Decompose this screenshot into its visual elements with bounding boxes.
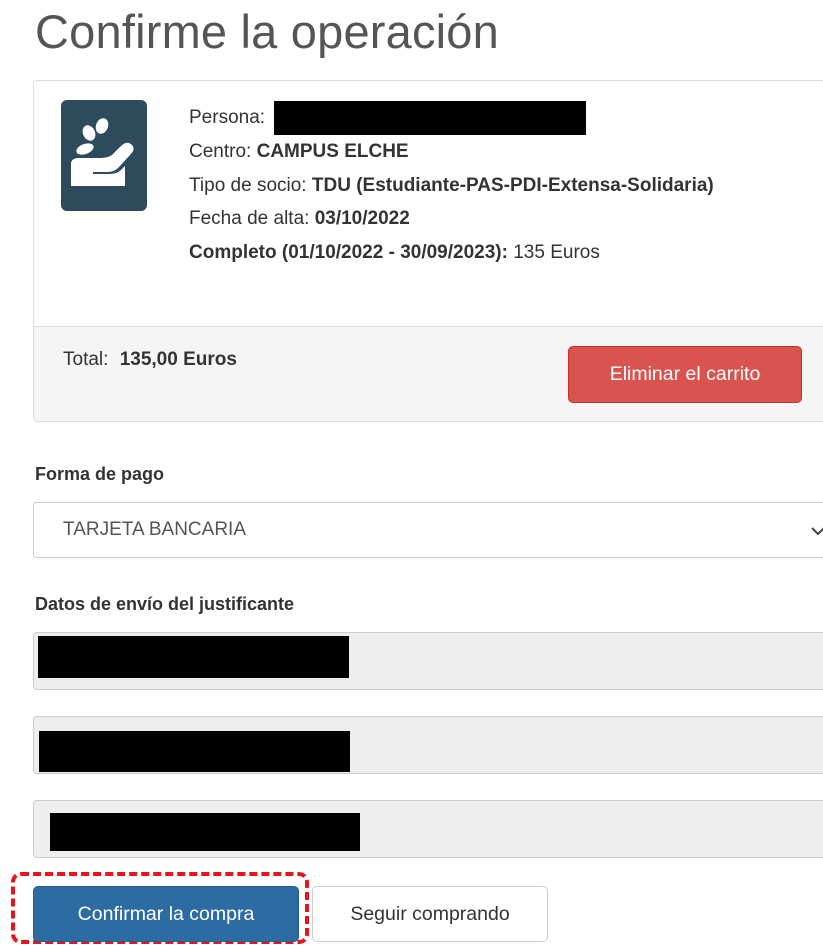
tipo-label: Tipo de socio: [189,174,307,196]
fecha-value: 03/10/2022 [314,208,410,229]
confirm-purchase-button[interactable]: Confirmar la compra [33,886,299,942]
periodo-value: 135 Euros [513,241,600,263]
redacted-value [39,731,350,772]
tipo-row: Tipo de socio: TDU (Estudiante-PAS-PDI-E… [189,169,749,203]
persona-row: Persona: [189,101,789,135]
redacted-persona [274,101,587,135]
cart-item-panel: Persona: Centro: CAMPUS ELCHE Tipo de so… [33,80,823,422]
chevron-down-icon [811,527,823,536]
coins-in-hand-icon [61,100,147,211]
centro-label: Centro: [189,141,252,162]
payment-method-select[interactable]: TARJETA BANCARIA [33,502,823,558]
item-details: Persona: Centro: CAMPUS ELCHE Tipo de so… [189,101,789,269]
cart-footer: Total: 135,00 Euros Eliminar el carrito [34,326,823,421]
cart-total: Total: 135,00 Euros [63,349,237,371]
centro-row: Centro: CAMPUS ELCHE [189,135,789,169]
shipping-name-field [33,632,823,690]
shipping-details-label: Datos de envío del justificante [35,594,295,614]
periodo-row: Completo (01/10/2022 - 30/09/2023): 135 … [189,236,789,270]
total-value: 135,00 Euros [119,349,237,370]
shipping-email-field [33,716,823,774]
remove-cart-button[interactable]: Eliminar el carrito [568,346,802,403]
periodo-label: Completo (01/10/2022 - 30/09/2023): [189,241,508,263]
page-title: Confirme la operación [35,5,499,58]
persona-label: Persona: [189,107,266,129]
continue-shopping-button[interactable]: Seguir comprando [312,886,548,942]
shipping-phone-field [33,800,823,858]
fecha-row: Fecha de alta: 03/10/2022 [189,202,789,236]
tipo-value: TDU (Estudiante-PAS-PDI-Extensa-Solidari… [311,174,714,196]
redacted-value [50,813,360,851]
payment-method-label: Forma de pago [35,464,165,484]
total-label: Total: [63,349,109,370]
fecha-label: Fecha de alta: [189,208,310,229]
centro-value: CAMPUS ELCHE [256,141,409,162]
redacted-value [38,636,349,678]
payment-method-value: TARJETA BANCARIA [63,519,246,540]
